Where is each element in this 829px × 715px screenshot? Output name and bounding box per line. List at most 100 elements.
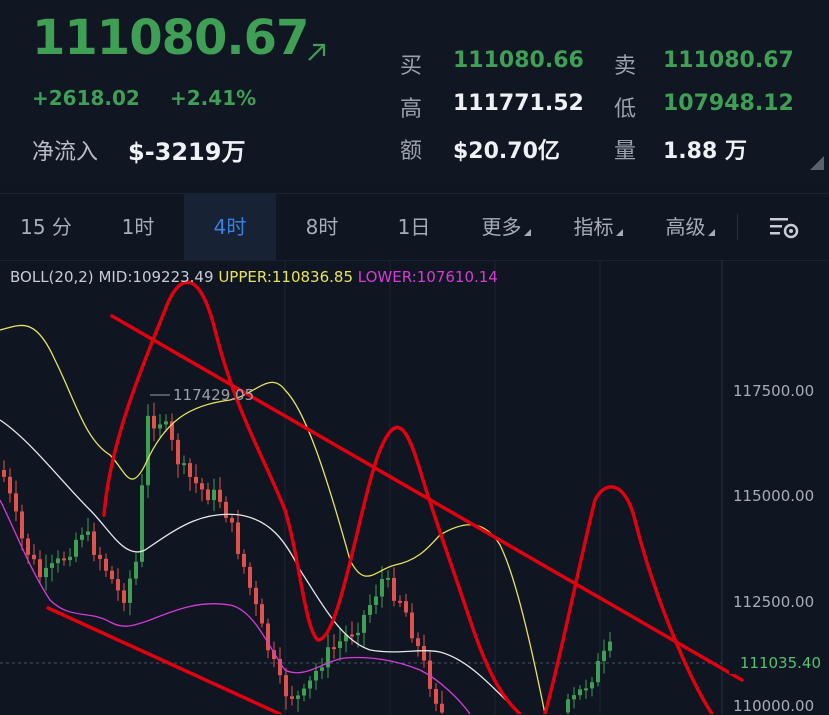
candle-body	[290, 696, 294, 699]
candle-body	[416, 638, 420, 647]
candle-body	[92, 531, 96, 555]
candles	[2, 402, 612, 714]
candle-body	[356, 632, 360, 636]
candle-body	[392, 577, 396, 601]
candle-body	[326, 647, 330, 668]
candle-body	[200, 483, 204, 490]
candle-body	[80, 534, 84, 540]
downtrend-lower-line	[46, 606, 282, 714]
net-inflow-value: $-3219万	[128, 138, 246, 166]
candle-body	[404, 601, 408, 613]
tab-1d[interactable]: 1日	[368, 194, 460, 260]
sell-value: 111080.67	[663, 48, 794, 73]
expand-corner-icon[interactable]	[810, 156, 824, 170]
amount-value: $20.70亿	[453, 139, 560, 164]
candle-body	[608, 641, 612, 651]
peak-price-label: 117429.05	[173, 386, 255, 404]
candle-body	[176, 439, 180, 465]
candle-body	[68, 556, 72, 561]
candle-body	[38, 559, 42, 578]
candle-body	[194, 476, 198, 484]
boll-lower: LOWER:107610.14	[357, 268, 498, 286]
high-value: 111771.52	[453, 91, 584, 116]
price-change: +2618.02	[32, 86, 140, 110]
candle-body	[590, 682, 594, 689]
candle-body	[302, 688, 306, 696]
price-tick: 110000.00	[733, 697, 815, 715]
candle-body	[104, 558, 108, 571]
candle-body	[50, 563, 54, 568]
candle-body	[254, 587, 258, 605]
low-value: 107948.12	[663, 91, 794, 116]
candle-body	[242, 553, 246, 567]
candle-body	[182, 463, 186, 466]
candle-body	[596, 661, 600, 683]
tab-advanced[interactable]: 高级	[644, 194, 736, 260]
candle-body	[380, 578, 384, 597]
tab-more[interactable]: 更多	[460, 194, 552, 260]
candle-body	[440, 703, 444, 713]
candle-body	[146, 415, 150, 486]
quote-header: 111080.67 +2618.02 +2.41% 净流入 $-3219万 买 …	[0, 0, 829, 183]
candle-body	[602, 650, 606, 662]
chart-settings-icon[interactable]	[768, 214, 800, 240]
timeframe-tabs: 15 分 1时 4时 8时 1日 更多 指标 高级	[0, 193, 829, 261]
candle-body	[86, 531, 90, 535]
volume-value: 1.88 万	[663, 139, 747, 164]
candle-body	[578, 689, 582, 696]
candle-body	[308, 680, 312, 689]
arrow-up-right-icon[interactable]	[303, 38, 331, 66]
low-label: 低	[614, 97, 637, 122]
boll-mid-line	[0, 419, 521, 714]
candle-body	[158, 424, 162, 429]
candle-body	[164, 421, 168, 425]
candle-body	[62, 558, 66, 561]
tab-8h[interactable]: 8时	[276, 194, 368, 260]
tab-indicators[interactable]: 指标	[552, 194, 644, 260]
dropdown-triangle-icon	[523, 229, 531, 236]
high-label: 高	[400, 97, 423, 122]
candle-body	[224, 501, 228, 518]
candle-body	[128, 578, 132, 603]
current-price-tag: 111035.40	[729, 652, 829, 674]
tab-1h[interactable]: 1时	[92, 194, 184, 260]
candle-body	[14, 493, 18, 512]
dropdown-triangle-icon	[615, 229, 623, 236]
candle-body	[314, 670, 318, 681]
candle-body	[8, 476, 12, 494]
candle-body	[362, 614, 366, 633]
candle-body	[188, 463, 192, 477]
candle-body	[374, 596, 378, 605]
candle-body	[284, 675, 288, 697]
hand-drawn-annotations	[46, 280, 744, 714]
buy-label: 买	[400, 54, 423, 79]
candle-body	[422, 646, 426, 661]
candle-body	[20, 511, 24, 539]
candle-body	[56, 558, 60, 564]
net-inflow-label: 净流入	[32, 140, 99, 165]
candlestick-chart[interactable]	[0, 260, 829, 714]
candle-body	[260, 604, 264, 624]
tab-4h[interactable]: 4时	[184, 194, 276, 260]
tab-15m[interactable]: 15 分	[0, 194, 92, 260]
candle-body	[236, 522, 240, 554]
dropdown-triangle-icon	[707, 229, 715, 236]
candle-body	[350, 634, 354, 637]
candle-body	[332, 647, 336, 650]
candle-body	[206, 489, 210, 501]
candle-body	[248, 566, 252, 588]
volume-label: 量	[614, 139, 637, 164]
candle-body	[584, 688, 588, 691]
amount-label: 额	[400, 139, 423, 164]
candle-body	[434, 688, 438, 704]
buy-value: 111080.66	[453, 48, 584, 73]
candle-body	[122, 590, 126, 603]
price-change-pct: +2.41%	[170, 86, 257, 110]
boll-name: BOLL(20,2)	[10, 268, 94, 286]
boll-upper: UPPER:110836.85	[218, 268, 353, 286]
boll-legend: BOLL(20,2) MID:109223.49 UPPER:110836.85…	[10, 268, 498, 286]
last-price: 111080.67	[32, 10, 309, 66]
candle-body	[338, 641, 342, 648]
sell-label: 卖	[614, 54, 637, 79]
candle-body	[116, 579, 120, 591]
